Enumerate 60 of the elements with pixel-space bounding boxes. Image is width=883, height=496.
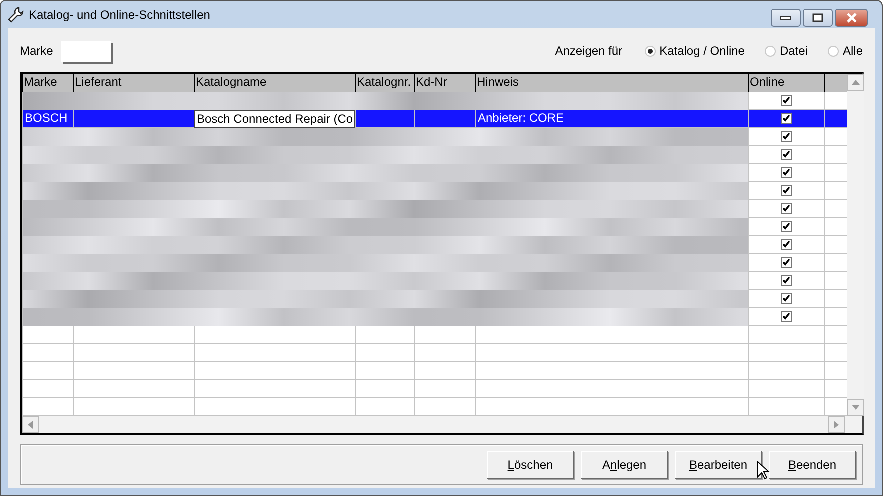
column-header[interactable]: Katalogname <box>194 74 355 92</box>
dialog-button[interactable]: Bearbeiten <box>675 450 762 478</box>
table-cell <box>414 110 475 128</box>
checkbox[interactable] <box>781 185 792 196</box>
table-cell <box>22 380 73 398</box>
column-header[interactable]: Kd-Nr <box>414 74 475 92</box>
marke-label: Marke <box>20 43 54 60</box>
maximize-icon <box>812 13 824 23</box>
table-cell <box>414 362 475 380</box>
column-header[interactable]: Lieferant <box>73 74 194 92</box>
table-cell <box>414 326 475 344</box>
minimize-icon <box>780 15 792 21</box>
checkbox[interactable] <box>781 95 792 106</box>
dialog-button[interactable]: Beenden <box>769 450 856 478</box>
table-cell <box>355 110 414 128</box>
checkbox[interactable] <box>781 221 792 232</box>
radio-button[interactable]: Datei <box>764 42 808 60</box>
mouse-cursor-icon <box>757 461 771 481</box>
table-cell <box>355 380 414 398</box>
dialog-button[interactable]: Löschen <box>487 450 574 478</box>
close-button[interactable] <box>835 9 868 27</box>
table-cell <box>355 362 414 380</box>
maximize-button[interactable] <box>803 9 833 27</box>
checkbox[interactable] <box>781 131 792 142</box>
table-cell <box>414 344 475 362</box>
filter-label: Anzeigen für <box>555 43 623 60</box>
checkbox[interactable] <box>781 167 792 178</box>
arrow-right-icon <box>834 420 839 428</box>
column-header[interactable]: Marke <box>22 74 73 92</box>
dialog-button[interactable]: Anlegen <box>581 450 668 478</box>
checkbox[interactable] <box>781 293 792 304</box>
close-icon <box>846 13 858 23</box>
table-cell <box>22 344 73 362</box>
checkbox[interactable] <box>781 239 792 250</box>
wrench-icon <box>7 6 25 24</box>
minimize-button[interactable] <box>771 9 801 27</box>
checkbox[interactable] <box>781 203 792 214</box>
arrow-down-icon <box>852 405 860 410</box>
radio-button[interactable]: Katalog / Online <box>644 42 745 60</box>
column-header[interactable]: Katalognr. <box>355 74 414 92</box>
checkbox[interactable] <box>781 311 792 322</box>
column-header[interactable]: Hinweis <box>475 74 748 92</box>
table-cell <box>22 326 73 344</box>
table-cell <box>355 344 414 362</box>
window-title: Katalog- und Online-Schnittstellen <box>29 6 210 24</box>
table-cell: Bosch Connected Repair (Co <box>194 110 355 128</box>
checkbox[interactable] <box>781 275 792 286</box>
checkbox[interactable] <box>781 149 792 160</box>
arrow-up-icon <box>852 80 860 85</box>
checkbox[interactable] <box>781 113 792 124</box>
table-cell <box>414 380 475 398</box>
table-cell <box>355 326 414 344</box>
arrow-left-icon <box>28 420 33 428</box>
table-cell: BOSCH <box>22 110 73 128</box>
table-cell <box>22 362 73 380</box>
table-cell: Anbieter: CORE <box>475 110 748 128</box>
column-header[interactable]: Online <box>748 74 824 92</box>
radio-button[interactable]: Alle <box>828 42 863 60</box>
marke-field[interactable] <box>61 40 112 62</box>
checkbox[interactable] <box>781 257 792 268</box>
